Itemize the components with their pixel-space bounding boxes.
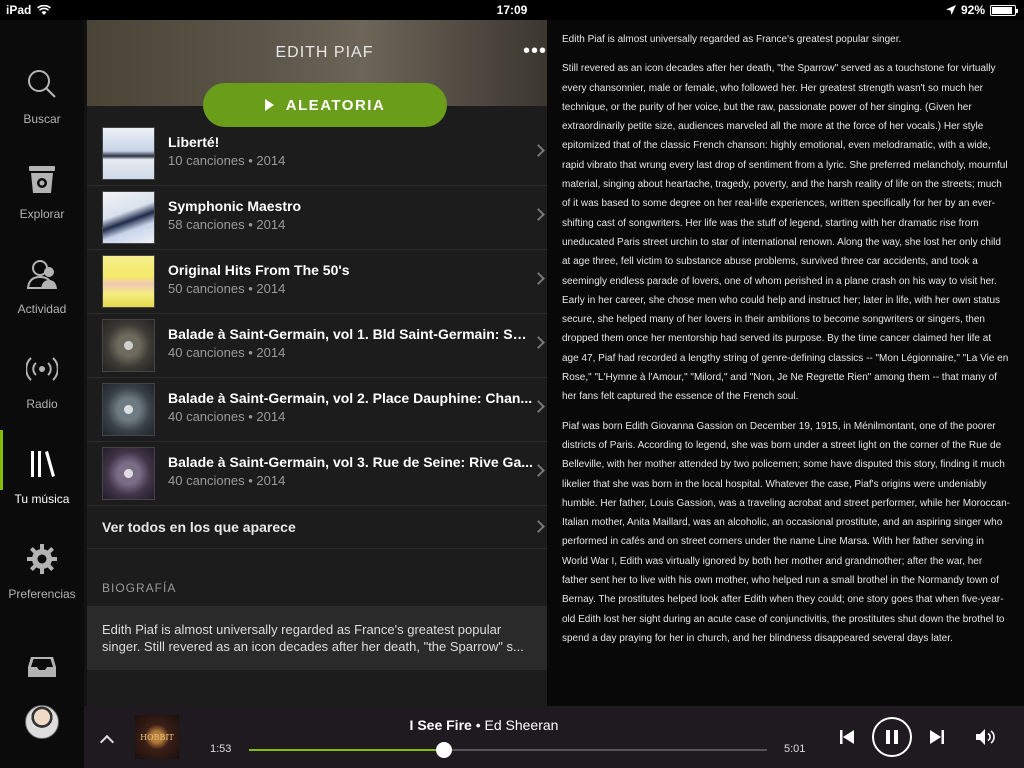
see-all-label: Ver todos en los que aparece — [102, 519, 296, 535]
volume-icon[interactable] — [976, 728, 998, 746]
chevron-right-icon — [532, 464, 545, 477]
sidebar-item-label: Buscar — [23, 112, 61, 126]
cover-text: HOBBIT — [140, 733, 174, 742]
elapsed-time: 1:53 — [210, 743, 232, 755]
album-title: Liberté! — [168, 134, 220, 150]
chevron-right-icon — [532, 272, 545, 285]
clock: 17:09 — [496, 3, 528, 17]
radio-icon — [26, 357, 58, 381]
biography-preview[interactable]: Edith Piaf is almost universally regarde… — [87, 606, 547, 670]
biography-paragraph: Still revered as an icon decades after h… — [562, 63, 1009, 403]
browse-icon — [29, 166, 55, 193]
album-row[interactable]: Original Hits From The 50's 50 canciones… — [87, 250, 547, 314]
sidebar-item-label: Preferencias — [8, 587, 76, 601]
location-icon — [945, 5, 956, 15]
chevron-right-icon — [532, 208, 545, 221]
album-row[interactable]: Balade à Saint-Germain, vol 2. Place Dau… — [87, 378, 547, 442]
album-title: Balade à Saint-Germain, vol 2. Place Dau… — [168, 390, 533, 406]
sidebar-item-tu-musica[interactable]: Tu música — [0, 420, 84, 506]
sidebar-item-label: Explorar — [19, 207, 65, 221]
album-title: Original Hits From The 50's — [168, 262, 350, 278]
biography-paragraph: Edith Piaf is almost universally regarde… — [562, 34, 902, 45]
chevron-right-icon — [532, 336, 545, 349]
search-icon — [28, 70, 56, 98]
play-icon — [264, 99, 274, 111]
album-row[interactable]: Balade à Saint-Germain, vol 3. Rue de Se… — [87, 442, 547, 506]
track-separator: • — [471, 717, 485, 733]
biography-heading: BIOGRAFÍA — [102, 581, 177, 595]
previous-track-icon[interactable] — [840, 730, 854, 744]
biography-preview-text: Edith Piaf is almost universally regarde… — [102, 622, 524, 654]
album-title: Symphonic Maestro — [168, 198, 302, 214]
album-meta: 58 canciones • 2014 — [168, 217, 286, 232]
chevron-up-icon[interactable] — [99, 734, 115, 750]
pause-button[interactable] — [872, 717, 912, 757]
album-meta: 10 canciones • 2014 — [168, 153, 286, 168]
sidebar-item-radio[interactable]: Radio — [0, 325, 84, 411]
now-playing-bar: HOBBIT I See Fire • Ed Sheeran 1:53 5:01 — [84, 706, 1024, 768]
library-icon — [31, 451, 55, 477]
sidebar-item-label: Radio — [26, 397, 58, 411]
total-time: 5:01 — [784, 743, 806, 755]
album-cover — [102, 319, 155, 372]
more-options-icon[interactable]: ••• — [523, 40, 547, 63]
inbox-icon[interactable] — [27, 656, 57, 678]
next-track-icon[interactable] — [930, 730, 944, 744]
battery-percent: 92% — [960, 3, 985, 17]
album-row[interactable]: Liberté! 10 canciones • 2014 — [87, 122, 547, 186]
chevron-right-icon — [532, 520, 545, 533]
battery-icon — [990, 4, 1018, 16]
biography-panel[interactable]: Edith Piaf is almost universally regarde… — [547, 20, 1024, 706]
album-title: Balade à Saint-Germain, vol 3. Rue de Se… — [168, 454, 533, 470]
album-title: Balade à Saint-Germain, vol 1. Bld Saint… — [168, 326, 533, 342]
activity-icon — [26, 260, 57, 289]
see-all-appears-on[interactable]: Ver todos en los que aparece — [87, 505, 547, 549]
track-artist: Ed Sheeran — [484, 717, 559, 733]
shuffle-label: ALEATORIA — [285, 96, 386, 114]
chevron-right-icon — [532, 400, 545, 413]
shuffle-play-button[interactable]: ALEATORIA — [203, 83, 447, 127]
track-title: I See Fire — [409, 717, 472, 733]
sidebar-item-actividad[interactable]: Actividad — [0, 230, 84, 316]
status-bar: iPad 17:09 92% — [0, 0, 1024, 20]
album-meta: 40 canciones • 2014 — [168, 409, 286, 424]
artist-name: EDITH PIAF — [275, 44, 374, 61]
track-info[interactable]: I See Fire • Ed Sheeran — [334, 717, 634, 733]
progress-knob[interactable] — [435, 742, 452, 758]
album-row[interactable]: Balade à Saint-Germain, vol 1. Bld Saint… — [87, 314, 547, 378]
sidebar-item-label: Tu música — [14, 492, 70, 506]
sidebar: Buscar Explorar Actividad Radio Tu músic… — [0, 20, 84, 768]
biography-paragraph: Piaf was born Edith Giovanna Gassion on … — [562, 420, 1010, 644]
sidebar-item-buscar[interactable]: Buscar — [0, 40, 84, 126]
album-cover — [102, 191, 155, 244]
album-cover — [102, 383, 155, 436]
chevron-right-icon — [532, 144, 545, 157]
album-meta: 40 canciones • 2014 — [168, 473, 286, 488]
album-cover — [102, 255, 155, 308]
album-meta: 50 canciones • 2014 — [168, 281, 286, 296]
sidebar-item-preferencias[interactable]: Preferencias — [0, 515, 84, 601]
sidebar-item-explorar[interactable]: Explorar — [0, 135, 84, 221]
album-row[interactable]: Symphonic Maestro 58 canciones • 2014 — [87, 186, 547, 250]
battery-level — [992, 6, 1013, 14]
album-cover — [102, 127, 155, 180]
sidebar-item-label: Actividad — [17, 302, 67, 316]
gear-icon — [27, 544, 57, 574]
avatar[interactable] — [25, 705, 59, 739]
album-cover — [102, 447, 155, 500]
album-meta: 40 canciones • 2014 — [168, 345, 286, 360]
progress-bar[interactable] — [249, 742, 767, 758]
progress-fill — [249, 749, 444, 751]
now-playing-cover[interactable]: HOBBIT — [135, 715, 179, 759]
